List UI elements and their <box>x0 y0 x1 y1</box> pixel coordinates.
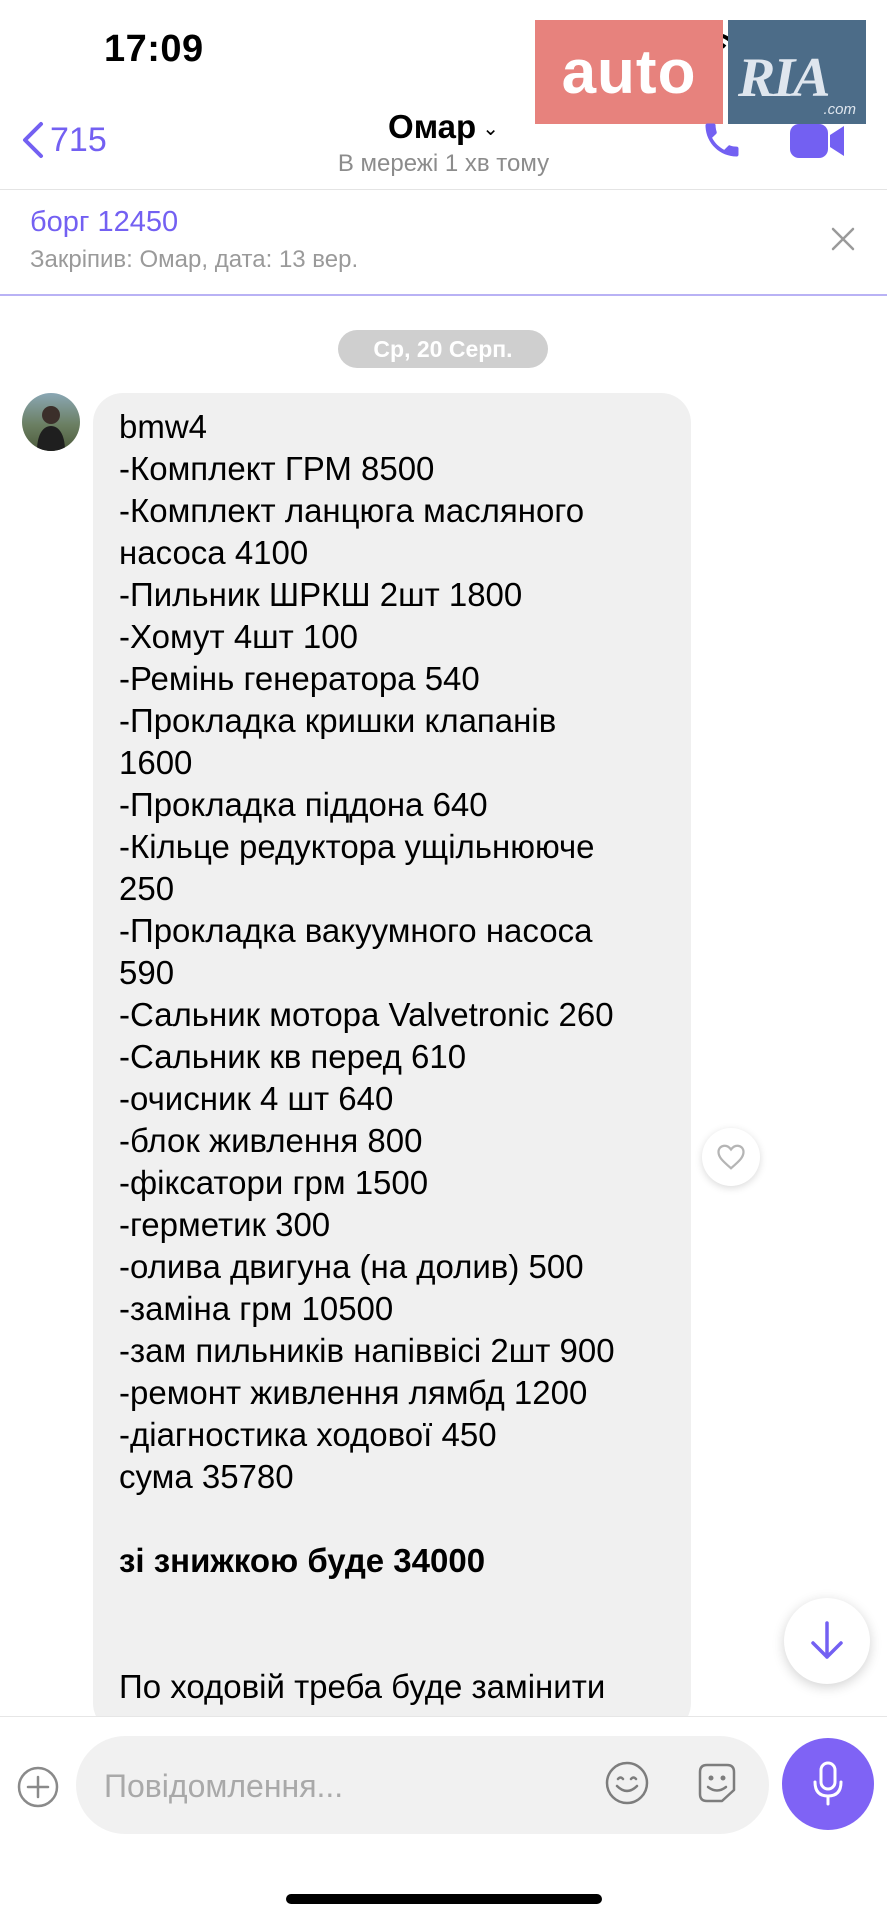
message-line: -зам пильників напіввісі 2шт 900 <box>119 1332 615 1369</box>
message-input[interactable] <box>102 1736 546 1836</box>
heart-icon <box>717 1144 745 1170</box>
pinned-divider <box>0 294 887 296</box>
home-indicator <box>286 1894 602 1904</box>
message-line: -Прокладка піддона 640 <box>119 786 488 823</box>
voice-message-button[interactable] <box>782 1738 874 1830</box>
message-line: 1600 <box>119 744 193 781</box>
scroll-to-bottom-button[interactable] <box>784 1598 870 1684</box>
message-line: -заміна грм 10500 <box>119 1290 394 1327</box>
message-line: bmw4 <box>119 408 208 445</box>
like-button[interactable] <box>702 1128 760 1186</box>
message-line: -Сальник мотора Valvetronic 260 <box>119 996 614 1033</box>
date-separator: Ср, 20 Серп. <box>338 330 548 368</box>
sticker-icon[interactable] <box>694 1760 740 1806</box>
message-line: -олива двигуна (на долив) 500 <box>119 1248 584 1285</box>
message-line: -фіксатори грм 1500 <box>119 1164 429 1201</box>
message-line: -Ремінь генератора 540 <box>119 660 480 697</box>
contact-status: В мережі 1 хв тому <box>337 150 550 177</box>
message-line: -Прокладка кришки клапанів <box>119 702 557 739</box>
message-line: -Комплект ГРМ 8500 <box>119 450 435 487</box>
contact-name: Омар <box>388 108 477 145</box>
chevron-down-icon: ⌄ <box>482 118 499 140</box>
close-icon[interactable] <box>830 226 856 252</box>
message-line: -герметик 300 <box>119 1206 331 1243</box>
message-line: -діагностика ходової 450 <box>119 1416 497 1453</box>
avatar-person-icon <box>37 406 65 451</box>
message-line: сума 35780 <box>119 1458 294 1495</box>
message-text: bmw4 -Комплект ГРМ 8500 -Комплект ланцюга … <box>119 406 679 1708</box>
message-line: -Прокладка вакуумного насоса <box>119 912 593 949</box>
message-discount-line: зі знижкою буде 34000 <box>119 1542 486 1579</box>
message-line: -блок живлення 800 <box>119 1122 423 1159</box>
message-line: насоса 4100 <box>119 534 309 571</box>
ria-text: RIA <box>738 47 830 109</box>
pinned-title: борг 12450 <box>30 206 179 238</box>
message-line: -Пильник ШРКШ 2шт 1800 <box>119 576 523 613</box>
arrow-down-icon <box>811 1621 843 1659</box>
message-tail-line: По ходовій треба буде замінити <box>119 1668 606 1705</box>
message-line: 250 <box>119 870 175 907</box>
message-line: 590 <box>119 954 175 991</box>
message-line: -Комплект ланцюга масляного <box>119 492 585 529</box>
contact-name-button[interactable]: Омар ⌄ <box>0 108 887 146</box>
message-line: -Кільце редуктора ущільнююче <box>119 828 595 865</box>
message-line: -Хомут 4шт 100 <box>119 618 358 655</box>
emoji-icon[interactable] <box>604 1760 650 1806</box>
microphone-icon <box>813 1761 843 1806</box>
pinned-subtitle: Закріпив: Омар, дата: 13 вер. <box>30 246 359 273</box>
message-line: -Сальник кв перед 610 <box>119 1038 467 1075</box>
avatar[interactable] <box>22 393 80 451</box>
status-time: 17:09 <box>104 28 204 70</box>
message-line: -ремонт живлення лямбд 1200 <box>119 1374 588 1411</box>
plus-circle-icon[interactable] <box>16 1765 60 1809</box>
message-input-container[interactable] <box>76 1736 769 1836</box>
phone-call-icon[interactable] <box>700 118 744 162</box>
video-call-icon[interactable] <box>788 120 846 162</box>
message-line: -очисник 4 шт 640 <box>119 1080 394 1117</box>
